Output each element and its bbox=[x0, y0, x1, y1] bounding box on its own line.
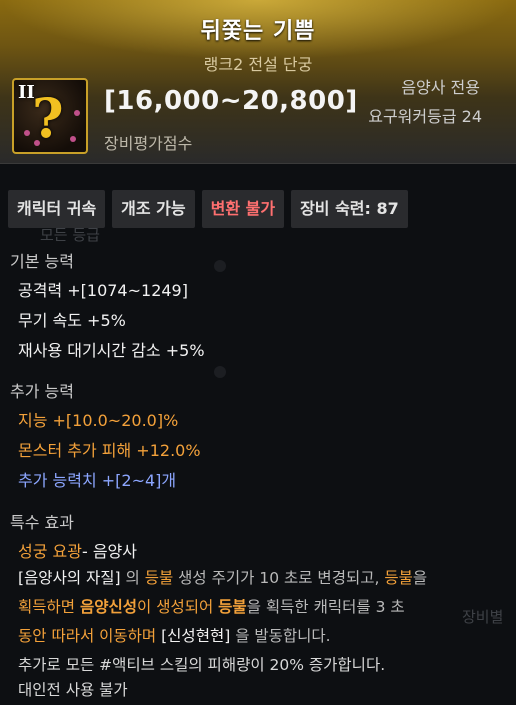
stat-monster-damage: 몬스터 추가 피해 +12.0% bbox=[18, 441, 201, 460]
item-title: 뒤쫓는 기쁨 bbox=[200, 19, 316, 44]
special-effect-name: 성궁 요광 bbox=[18, 542, 82, 561]
petal-decoration bbox=[34, 140, 40, 146]
skill-ref-manifestation: [신성현현] bbox=[161, 627, 231, 645]
special-effect-class: - 음양사 bbox=[81, 542, 137, 561]
class-restriction: 음양사 전용 bbox=[401, 78, 480, 97]
badge-bound: 캐릭터 귀속 bbox=[8, 190, 106, 228]
item-icon[interactable]: II ? bbox=[12, 78, 88, 154]
item-header: 뒤쫓는 기쁨 랭크2 전설 단궁 II ? [16,000~20,800] 장비… bbox=[0, 0, 516, 164]
required-level: 요구워커등급 24 bbox=[368, 107, 482, 126]
item-rank: 랭크2 전설 단궁 bbox=[203, 55, 313, 74]
petal-decoration bbox=[24, 130, 30, 136]
special-effect-line-3: 동안 따라서 이동하며 [신성현현] 을 발동합니다. bbox=[18, 622, 508, 651]
petal-decoration bbox=[74, 110, 80, 116]
item-badges: 캐릭터 귀속 개조 가능 변환 불가 장비 숙련: 87 bbox=[8, 190, 408, 228]
text-fragment: 을 bbox=[412, 569, 428, 587]
stat-int: 지능 +[10.0~20.0]% bbox=[18, 411, 179, 430]
skill-ref-aptitude: [음양사의 자질] bbox=[18, 569, 121, 587]
stat-cooldown: 재사용 대기시간 감소 +5% bbox=[18, 341, 205, 360]
section-special-heading: 특수 효과 bbox=[10, 513, 74, 532]
badge-proficiency: 장비 숙련: 87 bbox=[291, 190, 408, 228]
special-effect-line-2: 획득하면 음양신성이 생성되어 등불을 획득한 캐릭터를 3 초 bbox=[18, 593, 508, 622]
text-fragment: 획득하면 bbox=[18, 598, 80, 616]
stat-extra-count: 추가 능력치 +[2~4]개 bbox=[18, 471, 177, 490]
text-fragment: 생성 주기가 10 초로 변경되고, bbox=[173, 569, 385, 587]
background-dot bbox=[214, 260, 226, 272]
keyword-yinyang-divinity: 음양신성 bbox=[79, 598, 138, 616]
special-effect-name-line: 성궁 요광- 음양사 bbox=[18, 538, 137, 562]
pvp-restriction: 대인전 사용 불가 bbox=[18, 681, 128, 699]
text-fragment: 을 발동합니다. bbox=[230, 627, 331, 645]
section-extra-heading: 추가 능력 bbox=[10, 382, 74, 401]
text-fragment: 을 획득한 캐릭터를 3 초 bbox=[246, 598, 405, 616]
section-basic-heading: 기본 능력 bbox=[10, 252, 74, 271]
gear-score-label: 장비평가점수 bbox=[104, 134, 193, 153]
stat-weapon-speed: 무기 속도 +5% bbox=[18, 311, 126, 330]
text-fragment: 의 bbox=[120, 569, 145, 587]
special-effect-line-1: [음양사의 자질] 의 등불 생성 주기가 10 초로 변경되고, 등불을 bbox=[18, 564, 508, 593]
gear-score: [16,000~20,800] bbox=[104, 86, 358, 116]
badge-modifiable: 개조 가능 bbox=[112, 190, 195, 228]
badge-transform: 변환 불가 bbox=[201, 190, 285, 228]
keyword-lantern: 등불 bbox=[384, 569, 413, 587]
text-fragment: 동안 따라서 이동하며 bbox=[18, 627, 162, 645]
keyword-lantern: 등불 bbox=[218, 598, 247, 616]
stat-attack: 공격력 +[1074~1249] bbox=[18, 281, 188, 300]
petal-decoration bbox=[70, 136, 76, 142]
text-fragment: 이 생성되어 bbox=[137, 598, 219, 616]
background-dot bbox=[214, 366, 226, 378]
keyword-lantern: 등불 bbox=[144, 569, 174, 587]
